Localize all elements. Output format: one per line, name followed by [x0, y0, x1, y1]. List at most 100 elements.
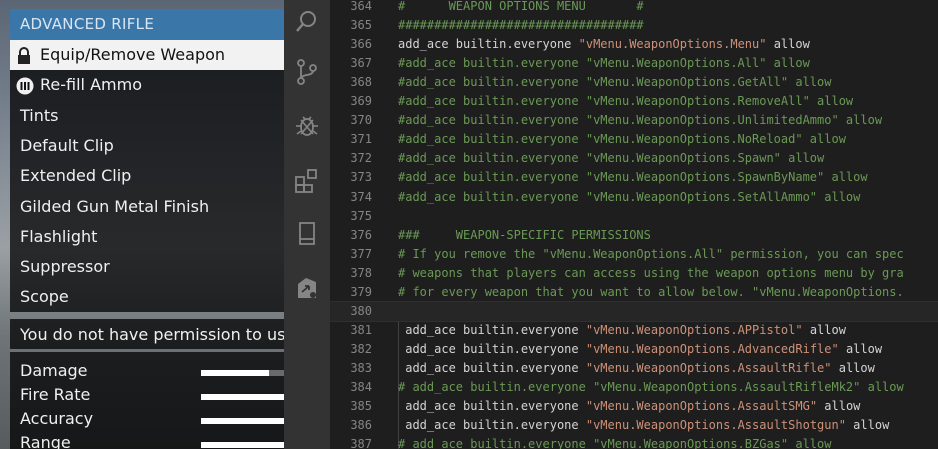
stat-bar [201, 370, 284, 376]
code-text: add_ace builtin.everyone [405, 399, 586, 414]
menu-item[interactable]: Re-fill Ammo [10, 70, 284, 100]
code-line[interactable]: 364 # WEAPON OPTIONS MENU # [330, 0, 938, 16]
code-line[interactable]: 385 add_ace builtin.everyone "vMenu.Weap… [330, 397, 938, 416]
code-line[interactable]: 376 ### WEAPON-SPECIFIC PERMISSIONS [330, 226, 938, 245]
menu-item-label: Re-fill Ammo [40, 75, 142, 95]
code-line[interactable]: 365 ################################## [330, 16, 938, 35]
line-number: 375 [350, 208, 372, 223]
menu-header-title: ADVANCED RIFLE [20, 15, 155, 33]
code-text: allow [766, 37, 810, 52]
bookmark-icon[interactable] [284, 212, 330, 258]
remote-icon[interactable] [284, 266, 330, 312]
line-number: 387 [350, 437, 372, 449]
line-code: #add_ace builtin.everyone "vMenu.WeaponO… [398, 188, 860, 207]
menu-item[interactable]: Scope [10, 282, 284, 312]
code-line[interactable]: 382 add_ace builtin.everyone "vMenu.Weap… [330, 340, 938, 359]
stat-row: Damage [10, 360, 284, 384]
activity-bar [284, 0, 330, 449]
line-number: 385 [350, 399, 372, 414]
line-number: 376 [350, 227, 372, 242]
code-comment: #add_ace builtin.everyone "vMenu.WeaponO… [398, 151, 825, 166]
menu-item[interactable]: Extended Clip [10, 161, 284, 191]
stat-row: Range [10, 432, 284, 449]
code-line[interactable]: 383 add_ace builtin.everyone "vMenu.Weap… [330, 359, 938, 378]
line-code: #add_ace builtin.everyone "vMenu.WeaponO… [398, 92, 853, 111]
code-comment: #add_ace builtin.everyone "vMenu.WeaponO… [398, 56, 810, 71]
stat-bar-fill [201, 394, 284, 400]
code-line[interactable]: 369 #add_ace builtin.everyone "vMenu.Weap… [330, 92, 938, 111]
code-line[interactable]: 374 #add_ace builtin.everyone "vMenu.Weap… [330, 188, 938, 207]
extensions-icon[interactable] [284, 158, 330, 204]
code-string: "vMenu.WeaponOptions.AdvancedRifle" [585, 341, 839, 356]
code-comment: # If you remove the "vMenu.WeaponOptions… [398, 246, 904, 261]
code-line[interactable]: 384 # add_ace builtin.everyone "vMenu.Wea… [330, 378, 938, 397]
stat-label: Range [20, 433, 71, 449]
code-editor[interactable]: 364 # WEAPON OPTIONS MENU # 365 ###########… [330, 0, 938, 449]
menu-item[interactable]: Default Clip [10, 131, 284, 161]
line-number: 371 [350, 132, 372, 147]
line-code: # If you remove the "vMenu.WeaponOptions… [398, 245, 904, 264]
stat-label: Accuracy [20, 409, 94, 428]
lock-icon [16, 47, 34, 65]
line-code: add_ace builtin.everyone "vMenu.WeaponOp… [398, 340, 882, 359]
stat-bar [201, 418, 284, 424]
code-line[interactable]: 370 #add_ace builtin.everyone "vMenu.Weap… [330, 111, 938, 130]
line-code: #add_ace builtin.everyone "vMenu.WeaponO… [398, 130, 846, 149]
line-code: # add_ace builtin.everyone "vMenu.Weapon… [398, 435, 831, 449]
code-line[interactable]: 380 [330, 300, 938, 322]
line-number: 373 [350, 170, 372, 185]
source-control-icon[interactable] [284, 50, 330, 96]
menu-item-label: Gilded Gun Metal Finish [20, 196, 210, 216]
code-line[interactable]: 386 add_ace builtin.everyone "vMenu.Weap… [330, 416, 938, 435]
line-number: 366 [350, 37, 372, 52]
menu-item-label: Scope [20, 287, 69, 307]
code-line[interactable]: 379 # for every weapon that you want to a… [330, 283, 938, 302]
search-icon[interactable] [284, 0, 330, 46]
menu-item[interactable]: Tints [10, 101, 284, 131]
menu-item[interactable]: Gilded Gun Metal Finish [10, 192, 284, 222]
line-code: # add_ace builtin.everyone "vMenu.Weapon… [398, 378, 904, 397]
menu-item-label: Flashlight [20, 226, 98, 246]
menu-item[interactable]: Suppressor [10, 252, 284, 282]
line-code: # weapons that players can access using … [398, 264, 904, 283]
code-line[interactable]: 368 #add_ace builtin.everyone "vMenu.Weap… [330, 73, 938, 92]
stat-bar-fill [201, 418, 284, 424]
code-line[interactable]: 377 # If you remove the "vMenu.WeaponOpti… [330, 245, 938, 264]
line-code: ################################## [398, 16, 644, 35]
line-code: #add_ace builtin.everyone "vMenu.WeaponO… [398, 54, 810, 73]
code-text: add_ace builtin.everyone [398, 37, 579, 52]
code-line[interactable]: 367 #add_ace builtin.everyone "vMenu.Weap… [330, 54, 938, 73]
line-number: 365 [350, 18, 372, 33]
line-number: 370 [350, 113, 372, 128]
line-code: #add_ace builtin.everyone "vMenu.WeaponO… [398, 73, 831, 92]
line-number: 378 [350, 265, 372, 280]
code-comment: # add_ace builtin.everyone "vMenu.Weapon… [398, 380, 904, 394]
code-line[interactable]: 375 [330, 207, 938, 226]
code-comment: #add_ace builtin.everyone "vMenu.WeaponO… [398, 75, 832, 90]
code-line[interactable]: 371 #add_ace builtin.everyone "vMenu.Weap… [330, 130, 938, 149]
menu-item[interactable]: Flashlight [10, 222, 284, 252]
code-line[interactable]: 387 # add_ace builtin.everyone "vMenu.Wea… [330, 435, 938, 449]
line-number: 364 [350, 0, 372, 13]
code-line[interactable]: 381 add_ace builtin.everyone "vMenu.Weap… [330, 321, 938, 340]
menu-item-list: Equip/Remove Weapon Re-fill Ammo Tints Defa… [10, 40, 284, 312]
code-line[interactable]: 378 # weapons that players can access usi… [330, 264, 938, 283]
debug-icon[interactable] [284, 104, 330, 150]
line-code: add_ace builtin.everyone "vMenu.WeaponOp… [398, 416, 889, 435]
code-line[interactable]: 372 #add_ace builtin.everyone "vMenu.Weap… [330, 149, 938, 168]
code-line[interactable]: 366 add_ace builtin.everyone "vMenu.Weapo… [330, 35, 938, 54]
code-comment: #add_ace builtin.everyone "vMenu.WeaponO… [398, 132, 846, 147]
line-number: 380 [350, 303, 372, 318]
stat-label: Damage [20, 361, 88, 380]
code-comment: # for every weapon that you want to allo… [398, 284, 904, 299]
code-text: add_ace builtin.everyone [405, 360, 586, 375]
code-comment: ### WEAPON-SPECIFIC PERMISSIONS [398, 227, 651, 242]
code-comment: #add_ace builtin.everyone "vMenu.WeaponO… [398, 189, 861, 204]
line-number: 383 [350, 360, 372, 375]
code-comment: #add_ace builtin.everyone "vMenu.WeaponO… [398, 170, 868, 185]
code-line[interactable]: 373 #add_ace builtin.everyone "vMenu.Weap… [330, 168, 938, 187]
stat-row: Fire Rate [10, 384, 284, 408]
menu-item[interactable]: Equip/Remove Weapon [10, 40, 284, 70]
game-weapon-menu: ADVANCED RIFLE Equip/Remove Weapon Re-fil… [0, 0, 284, 449]
code-text: allow [845, 418, 890, 433]
